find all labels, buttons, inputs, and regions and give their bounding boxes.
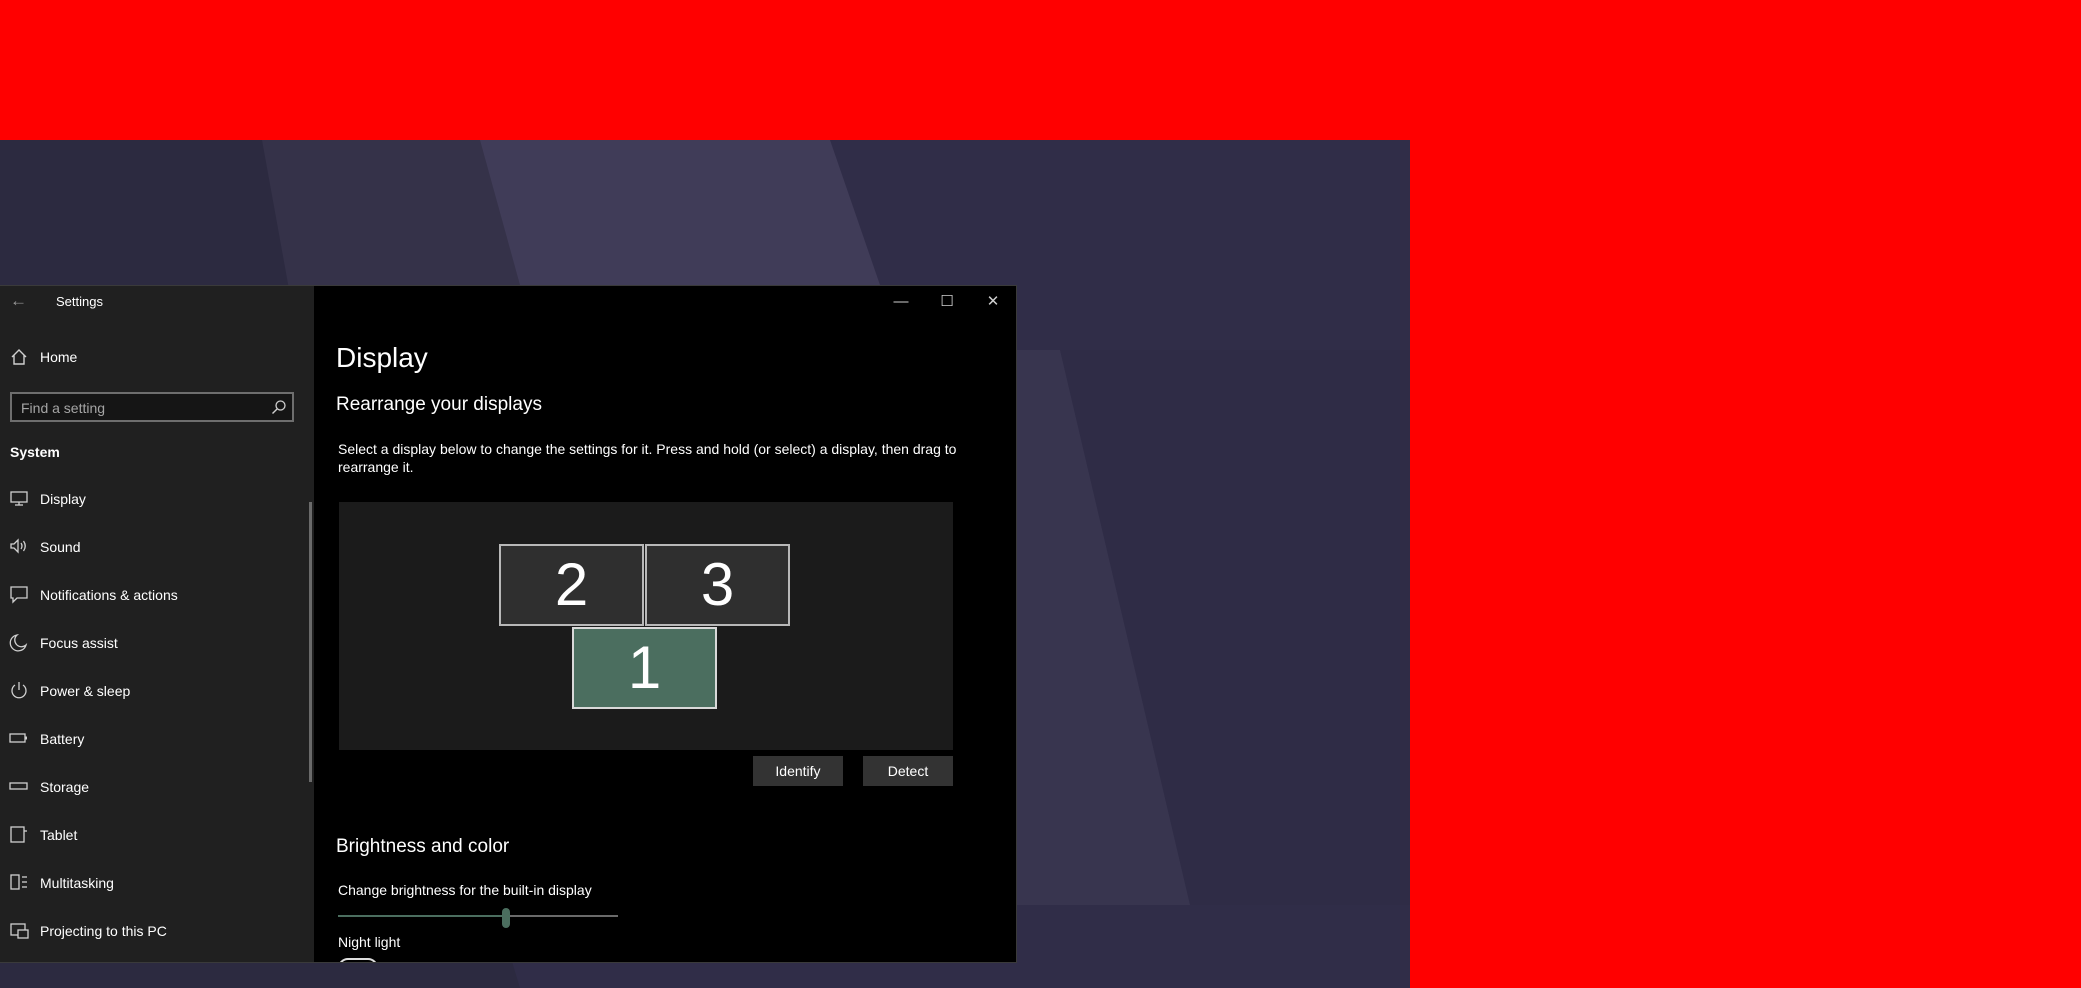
sidebar-item-display[interactable]: Display [0, 476, 310, 520]
notification-icon [10, 586, 28, 604]
monitor-2[interactable]: 2 [499, 544, 644, 626]
sidebar-item-focus-assist[interactable]: Focus assist [0, 620, 310, 664]
sidebar-item-label: Battery [40, 731, 85, 747]
display-arrangement-area[interactable]: 2 3 1 [339, 502, 953, 750]
speaker-icon [10, 538, 26, 554]
window-title: Settings [56, 294, 103, 309]
rearrange-description: Select a display below to change the set… [338, 441, 957, 475]
back-arrow-icon[interactable]: ← [10, 291, 27, 311]
brightness-heading: Brightness and color [336, 836, 510, 857]
sidebar-item-power-sleep[interactable]: Power & sleep [0, 668, 310, 712]
power-icon [11, 682, 27, 699]
sidebar-item-label: Multitasking [40, 875, 114, 891]
monitor-1[interactable]: 1 [572, 627, 717, 709]
sidebar-item-battery[interactable]: Battery [0, 716, 310, 760]
moon-icon [9, 633, 28, 652]
sidebar-item-home[interactable]: Home [0, 342, 310, 372]
search-input[interactable] [21, 399, 261, 417]
sidebar-item-tablet[interactable]: Tablet [0, 812, 310, 856]
brightness-slider-track[interactable] [338, 915, 618, 917]
sidebar-item-multitasking[interactable]: Multitasking [0, 860, 310, 904]
projector-icon [10, 923, 29, 939]
monitor-icon [10, 491, 28, 506]
main-content: Display Rearrange your displays Select a… [314, 286, 1016, 962]
sidebar-item-label: Sound [40, 539, 81, 555]
brightness-slider-fill [338, 915, 506, 917]
brightness-label: Change brightness for the built-in displ… [338, 882, 592, 898]
sidebar-item-label: Tablet [40, 827, 78, 843]
settings-window: Home System Display Sound [0, 286, 1016, 962]
sidebar-item-label: Projecting to this PC [40, 923, 167, 939]
detect-button[interactable]: Detect [863, 756, 953, 786]
identify-button[interactable]: Identify [753, 756, 843, 786]
sidebar-item-label: Power & sleep [40, 683, 131, 699]
sidebar-item-storage[interactable]: Storage [0, 764, 310, 808]
sidebar-item-projecting[interactable]: Projecting to this PC [0, 908, 310, 952]
sidebar: Home System Display Sound [0, 286, 314, 962]
page-title: Display [336, 342, 428, 373]
battery-icon [9, 733, 27, 743]
sidebar-item-label: Home [40, 349, 78, 365]
night-light-label: Night light [338, 934, 401, 950]
multitasking-icon [10, 874, 27, 890]
sidebar-item-notifications[interactable]: Notifications & actions [0, 572, 310, 616]
search-box[interactable] [10, 392, 294, 422]
tablet-icon [10, 826, 27, 843]
sidebar-section-label: System [10, 444, 60, 460]
monitor-3[interactable]: 3 [645, 544, 790, 626]
sidebar-item-label: Focus assist [40, 635, 118, 651]
night-light-toggle[interactable] [338, 958, 378, 962]
sidebar-item-label: Notifications & actions [40, 587, 178, 603]
sidebar-item-label: Display [40, 491, 86, 507]
sidebar-item-sound[interactable]: Sound [0, 524, 310, 568]
sidebar-item-label: Storage [40, 779, 90, 795]
home-icon [11, 349, 27, 365]
rearrange-heading: Rearrange your displays [336, 394, 542, 415]
storage-icon [9, 782, 28, 790]
brightness-slider-thumb[interactable] [502, 908, 510, 928]
search-icon[interactable] [271, 399, 287, 415]
